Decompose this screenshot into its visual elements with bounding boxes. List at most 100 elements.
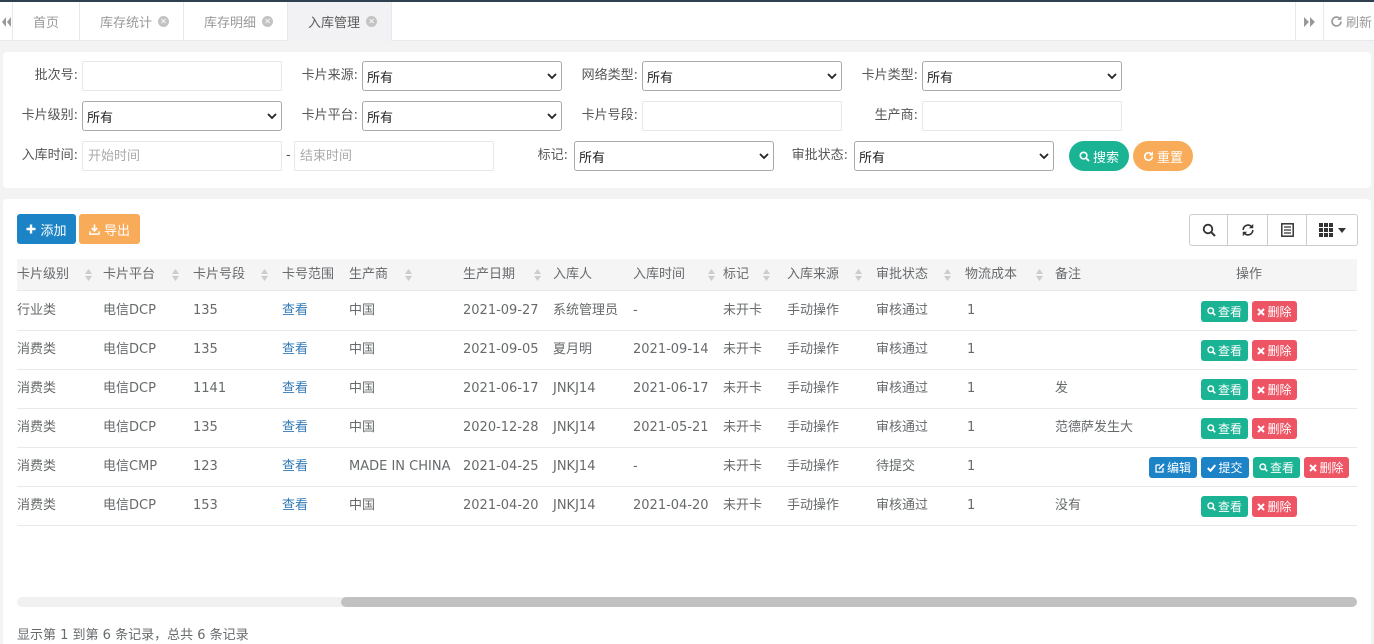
delete-button[interactable]: 删除 — [1252, 496, 1297, 517]
view-range-link[interactable]: 查看 — [282, 448, 308, 486]
tab-label: 库存明细 — [204, 16, 257, 31]
table-search-button[interactable] — [1190, 215, 1228, 245]
close-icon[interactable]: ✕ — [262, 16, 274, 27]
submit-button[interactable]: 提交 — [1201, 457, 1249, 478]
view-button[interactable]: 查看 — [1201, 418, 1248, 439]
cell-mark: 未开卡 — [723, 459, 763, 474]
start-time-input[interactable] — [82, 141, 282, 171]
column-header[interactable]: 标记 — [723, 259, 770, 291]
cell-production-date: 2021-06-17 — [463, 381, 539, 396]
close-icon[interactable]: ✕ — [366, 16, 378, 27]
select-value: 所有 — [367, 110, 394, 126]
view-range-link[interactable]: 查看 — [282, 409, 308, 447]
card-platform-select[interactable]: 所有 — [362, 101, 562, 131]
export-button-label: 导出 — [103, 223, 130, 239]
reset-button[interactable]: 重置 — [1133, 141, 1193, 171]
card-type-select[interactable]: 所有 — [922, 61, 1122, 91]
chevron-down-icon — [547, 73, 557, 80]
chevron-down-icon — [759, 153, 769, 160]
column-header[interactable]: 入库来源 — [787, 259, 862, 291]
network-type-select[interactable]: 所有 — [642, 61, 842, 91]
search-button[interactable]: 搜索 — [1069, 141, 1129, 171]
view-button[interactable]: 查看 — [1201, 340, 1248, 361]
cell-production-date: 2021-04-25 — [463, 459, 539, 474]
tab-home[interactable]: 首页 — [13, 2, 81, 41]
view-button[interactable]: 查看 — [1201, 496, 1248, 517]
delete-button[interactable]: 删除 — [1252, 379, 1297, 400]
view-button[interactable]: 查看 — [1201, 301, 1248, 322]
sort-icon — [1036, 269, 1043, 281]
batch-no-input[interactable] — [82, 61, 282, 91]
delete-button[interactable]: 删除 — [1252, 418, 1297, 439]
cell-card-platform: 电信DCP — [103, 381, 156, 396]
tab-inventory-detail[interactable]: 库存明细 ✕ — [184, 2, 289, 41]
column-header[interactable]: 审批状态 — [876, 259, 951, 291]
cell-source: 手动操作 — [787, 381, 840, 396]
tab-refresh-button[interactable]: 刷新 — [1330, 2, 1372, 41]
delete-button[interactable]: 删除 — [1304, 457, 1349, 478]
manufacturer-input[interactable] — [922, 101, 1122, 131]
card-segment-input[interactable] — [642, 101, 842, 131]
delete-button[interactable]: 删除 — [1252, 301, 1297, 322]
cell-card-platform: 电信DCP — [103, 498, 156, 513]
cell-approval-status: 审核通过 — [876, 381, 929, 396]
column-header[interactable]: 卡片级别 — [17, 259, 92, 291]
search-icon — [1259, 463, 1268, 472]
tab-stock-in-management[interactable]: 入库管理 ✕ — [288, 2, 393, 41]
card-source-select[interactable]: 所有 — [362, 61, 562, 91]
view-button[interactable]: 查看 — [1253, 457, 1300, 478]
tab-inventory-stats[interactable]: 库存统计 ✕ — [80, 2, 185, 41]
column-header[interactable]: 卡片平台 — [103, 259, 179, 291]
reset-button-label: 重置 — [1156, 150, 1183, 166]
view-range-link[interactable]: 查看 — [282, 487, 308, 525]
search-icon — [1207, 424, 1216, 433]
select-value: 所有 — [87, 110, 114, 126]
chevron-down-icon — [547, 113, 557, 120]
chevron-down-icon — [1107, 73, 1117, 80]
cell-mark: 未开卡 — [723, 420, 763, 435]
delete-button[interactable]: 删除 — [1252, 340, 1297, 361]
table-columns-button[interactable] — [1307, 215, 1357, 245]
end-time-input[interactable] — [294, 141, 494, 171]
card-source-label: 卡片来源: — [301, 68, 358, 83]
scrollbar-thumb[interactable] — [341, 597, 1357, 607]
view-button[interactable]: 查看 — [1201, 379, 1248, 400]
edit-button[interactable]: 编辑 — [1149, 457, 1197, 478]
sort-icon — [534, 269, 541, 281]
edit-icon — [1155, 462, 1165, 473]
sort-icon — [944, 269, 951, 281]
cell-manufacturer: 中国 — [349, 420, 376, 435]
view-range-link[interactable]: 查看 — [282, 370, 308, 408]
column-header[interactable]: 生产日期 — [463, 259, 541, 291]
tab-scroll-left-button[interactable] — [0, 2, 13, 41]
search-icon — [1207, 385, 1216, 394]
cell-stock-in-time: - — [633, 459, 638, 474]
column-header[interactable]: 物流成本 — [965, 259, 1043, 291]
card-platform-label: 卡片平台: — [301, 108, 358, 123]
export-button[interactable]: 导出 — [79, 214, 140, 244]
cell-operator: 夏月明 — [553, 342, 593, 357]
table-refresh-button[interactable] — [1228, 215, 1268, 245]
card-type-label: 卡片类型: — [861, 68, 918, 83]
tab-scroll-right-button[interactable] — [1295, 2, 1324, 41]
view-range-link[interactable]: 查看 — [282, 331, 308, 369]
column-header[interactable]: 卡片号段 — [193, 259, 268, 291]
cell-logistics-cost: 1 — [967, 498, 976, 513]
card-level-select[interactable]: 所有 — [82, 101, 282, 131]
close-icon[interactable]: ✕ — [158, 16, 170, 27]
add-button[interactable]: 添加 — [17, 214, 76, 244]
table-toggle-view-button[interactable] — [1268, 215, 1307, 245]
cell-card-segment: 153 — [193, 498, 218, 513]
table-row: 消费类 电信DCP 1141 查看 中国 2021-06-17 JNKJ14 2… — [17, 370, 1357, 409]
cell-stock-in-time: 2021-05-21 — [633, 420, 709, 435]
column-header[interactable]: 入库时间 — [633, 259, 715, 291]
batch-no-label: 批次号: — [34, 68, 78, 83]
column-header[interactable]: 生产商 — [349, 259, 412, 291]
view-range-link[interactable]: 查看 — [282, 292, 308, 330]
mark-select[interactable]: 所有 — [574, 141, 774, 171]
table-row: 消费类 电信DCP 153 查看 中国 2021-04-20 JNKJ14 20… — [17, 487, 1357, 526]
approval-status-select[interactable]: 所有 — [854, 141, 1054, 171]
cell-card-level: 行业类 — [17, 303, 57, 318]
horizontal-scrollbar[interactable] — [17, 597, 1357, 607]
column-header: 备注 — [1055, 267, 1082, 282]
